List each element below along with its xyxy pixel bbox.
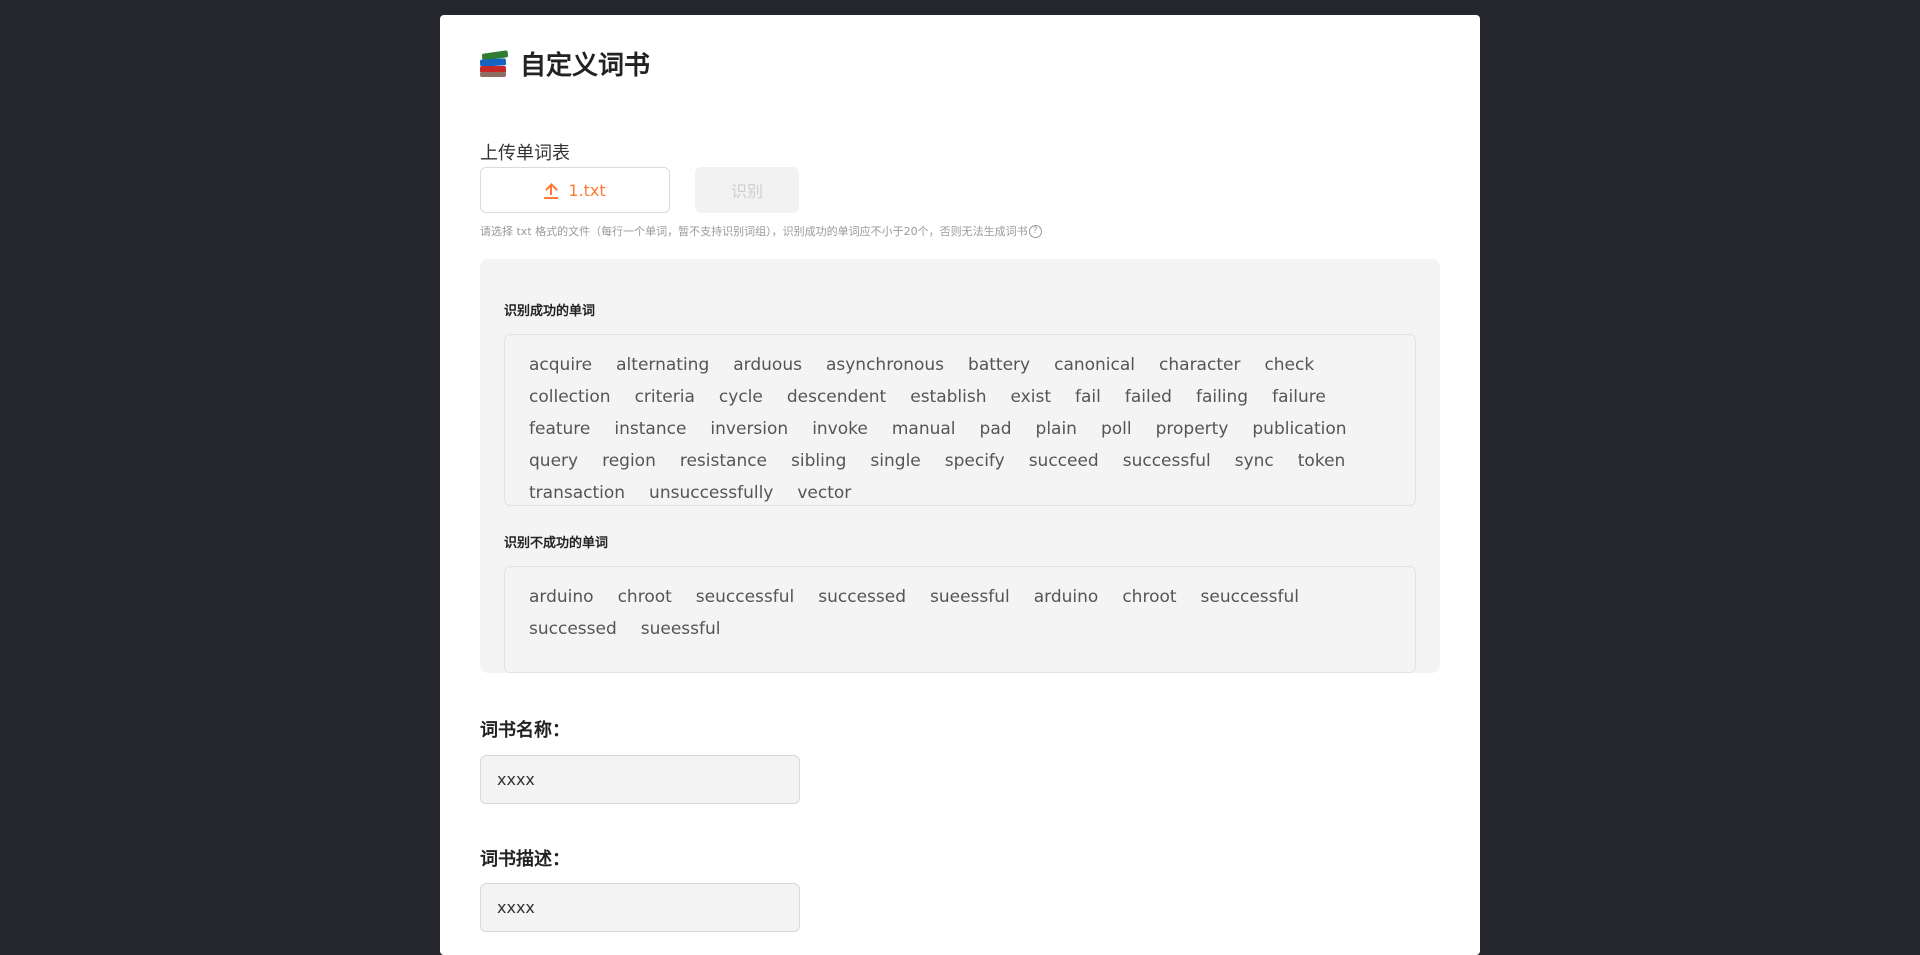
word-chip: sueessful: [640, 619, 721, 639]
word-chip: criteria: [634, 387, 695, 407]
custom-wordbook-card: 自定义词书 上传单词表 1.txt 识别 请选择 txt 格式的文件（每行一个单…: [440, 15, 1480, 955]
upload-file-name: 1.txt: [568, 180, 606, 200]
word-chip: sync: [1234, 451, 1274, 471]
word-chip: fail: [1074, 387, 1101, 407]
word-chip: unsuccessfully: [649, 483, 774, 503]
word-chip: chroot: [617, 587, 672, 607]
upload-icon: [544, 181, 559, 199]
word-chip: single: [870, 451, 921, 471]
word-chip: pad: [979, 419, 1012, 439]
wordbook-name-input[interactable]: [480, 755, 800, 804]
word-chip: failed: [1124, 387, 1172, 407]
failed-words-box: arduino chroot seuccessful successed sueessf…: [504, 566, 1416, 673]
word-chip: establish: [910, 387, 987, 407]
word-chip: arduino: [1033, 587, 1099, 607]
upload-hint: 请选择 txt 格式的文件（每行一个单词，暂不支持识别词组），识别成功的单词应不…: [480, 223, 1042, 239]
word-chip: publication: [1252, 419, 1347, 439]
word-chip: poll: [1100, 419, 1132, 439]
word-chip: cycle: [718, 387, 763, 407]
word-chip: collection: [529, 387, 611, 407]
word-chip: sueessful: [930, 587, 1010, 607]
identify-button[interactable]: 识别: [695, 167, 799, 213]
word-chip: check: [1264, 355, 1315, 375]
success-words-box: acquire alternating arduous asynchronous bat…: [504, 334, 1416, 506]
word-chip: acquire: [529, 355, 593, 375]
word-chip: instance: [614, 419, 687, 439]
wordbook-name-label: 词书名称：: [480, 720, 570, 741]
word-chip: token: [1297, 451, 1346, 471]
help-icon[interactable]: ?: [1028, 224, 1042, 238]
word-chip: seuccessful: [1200, 587, 1299, 607]
recognition-result-panel: 识别成功的单词 acquire alternating arduous asynchr…: [480, 259, 1440, 673]
word-chip: failing: [1195, 387, 1249, 407]
word-chip: region: [602, 451, 656, 471]
word-chip: feature: [529, 419, 591, 439]
word-chip: chroot: [1122, 587, 1177, 607]
word-chip: successed: [818, 587, 906, 607]
word-chip: property: [1155, 419, 1229, 439]
failed-words-heading: 识别不成功的单词: [504, 536, 609, 551]
wordbook-desc-label: 词书描述：: [480, 849, 570, 870]
word-chip: transaction: [529, 483, 626, 503]
page-title: 自定义词书: [520, 50, 651, 81]
word-chip: plain: [1035, 419, 1077, 439]
word-chip: inversion: [710, 419, 789, 439]
word-chip: specify: [944, 451, 1005, 471]
word-chip: resistance: [679, 451, 768, 471]
word-chip: arduino: [529, 587, 594, 607]
word-chip: exist: [1010, 387, 1051, 407]
word-chip: asynchronous: [825, 355, 945, 375]
page-header: 自定义词书: [479, 46, 651, 81]
upload-hint-text: 请选择 txt 格式的文件（每行一个单词，暂不支持识别词组），识别成功的单词应不…: [480, 225, 1028, 238]
word-chip: succeed: [1028, 451, 1099, 471]
success-word-list: acquire alternating arduous asynchronous bat…: [529, 353, 1369, 506]
word-chip: sibling: [791, 451, 847, 471]
word-chip: seuccessful: [695, 587, 795, 607]
word-chip: battery: [968, 355, 1031, 375]
word-chip: character: [1159, 355, 1241, 375]
failed-word-list: arduino chroot seuccessful successed sueessf…: [529, 585, 1369, 642]
word-chip: arduous: [733, 355, 802, 375]
word-chip: failure: [1272, 387, 1326, 407]
word-chip: invoke: [812, 419, 868, 439]
upload-section-label: 上传单词表: [480, 143, 570, 164]
word-chip: successed: [529, 619, 617, 639]
word-chip: successful: [1122, 451, 1211, 471]
word-chip: alternating: [616, 355, 710, 375]
upload-file-button[interactable]: 1.txt: [480, 167, 670, 213]
word-chip: descendent: [786, 387, 887, 407]
success-words-heading: 识别成功的单词: [504, 304, 596, 319]
word-chip: vector: [797, 483, 852, 503]
books-icon: [479, 48, 509, 78]
word-chip: manual: [891, 419, 956, 439]
word-chip: query: [529, 451, 579, 471]
wordbook-desc-input[interactable]: [480, 883, 800, 932]
word-chip: canonical: [1054, 355, 1136, 375]
